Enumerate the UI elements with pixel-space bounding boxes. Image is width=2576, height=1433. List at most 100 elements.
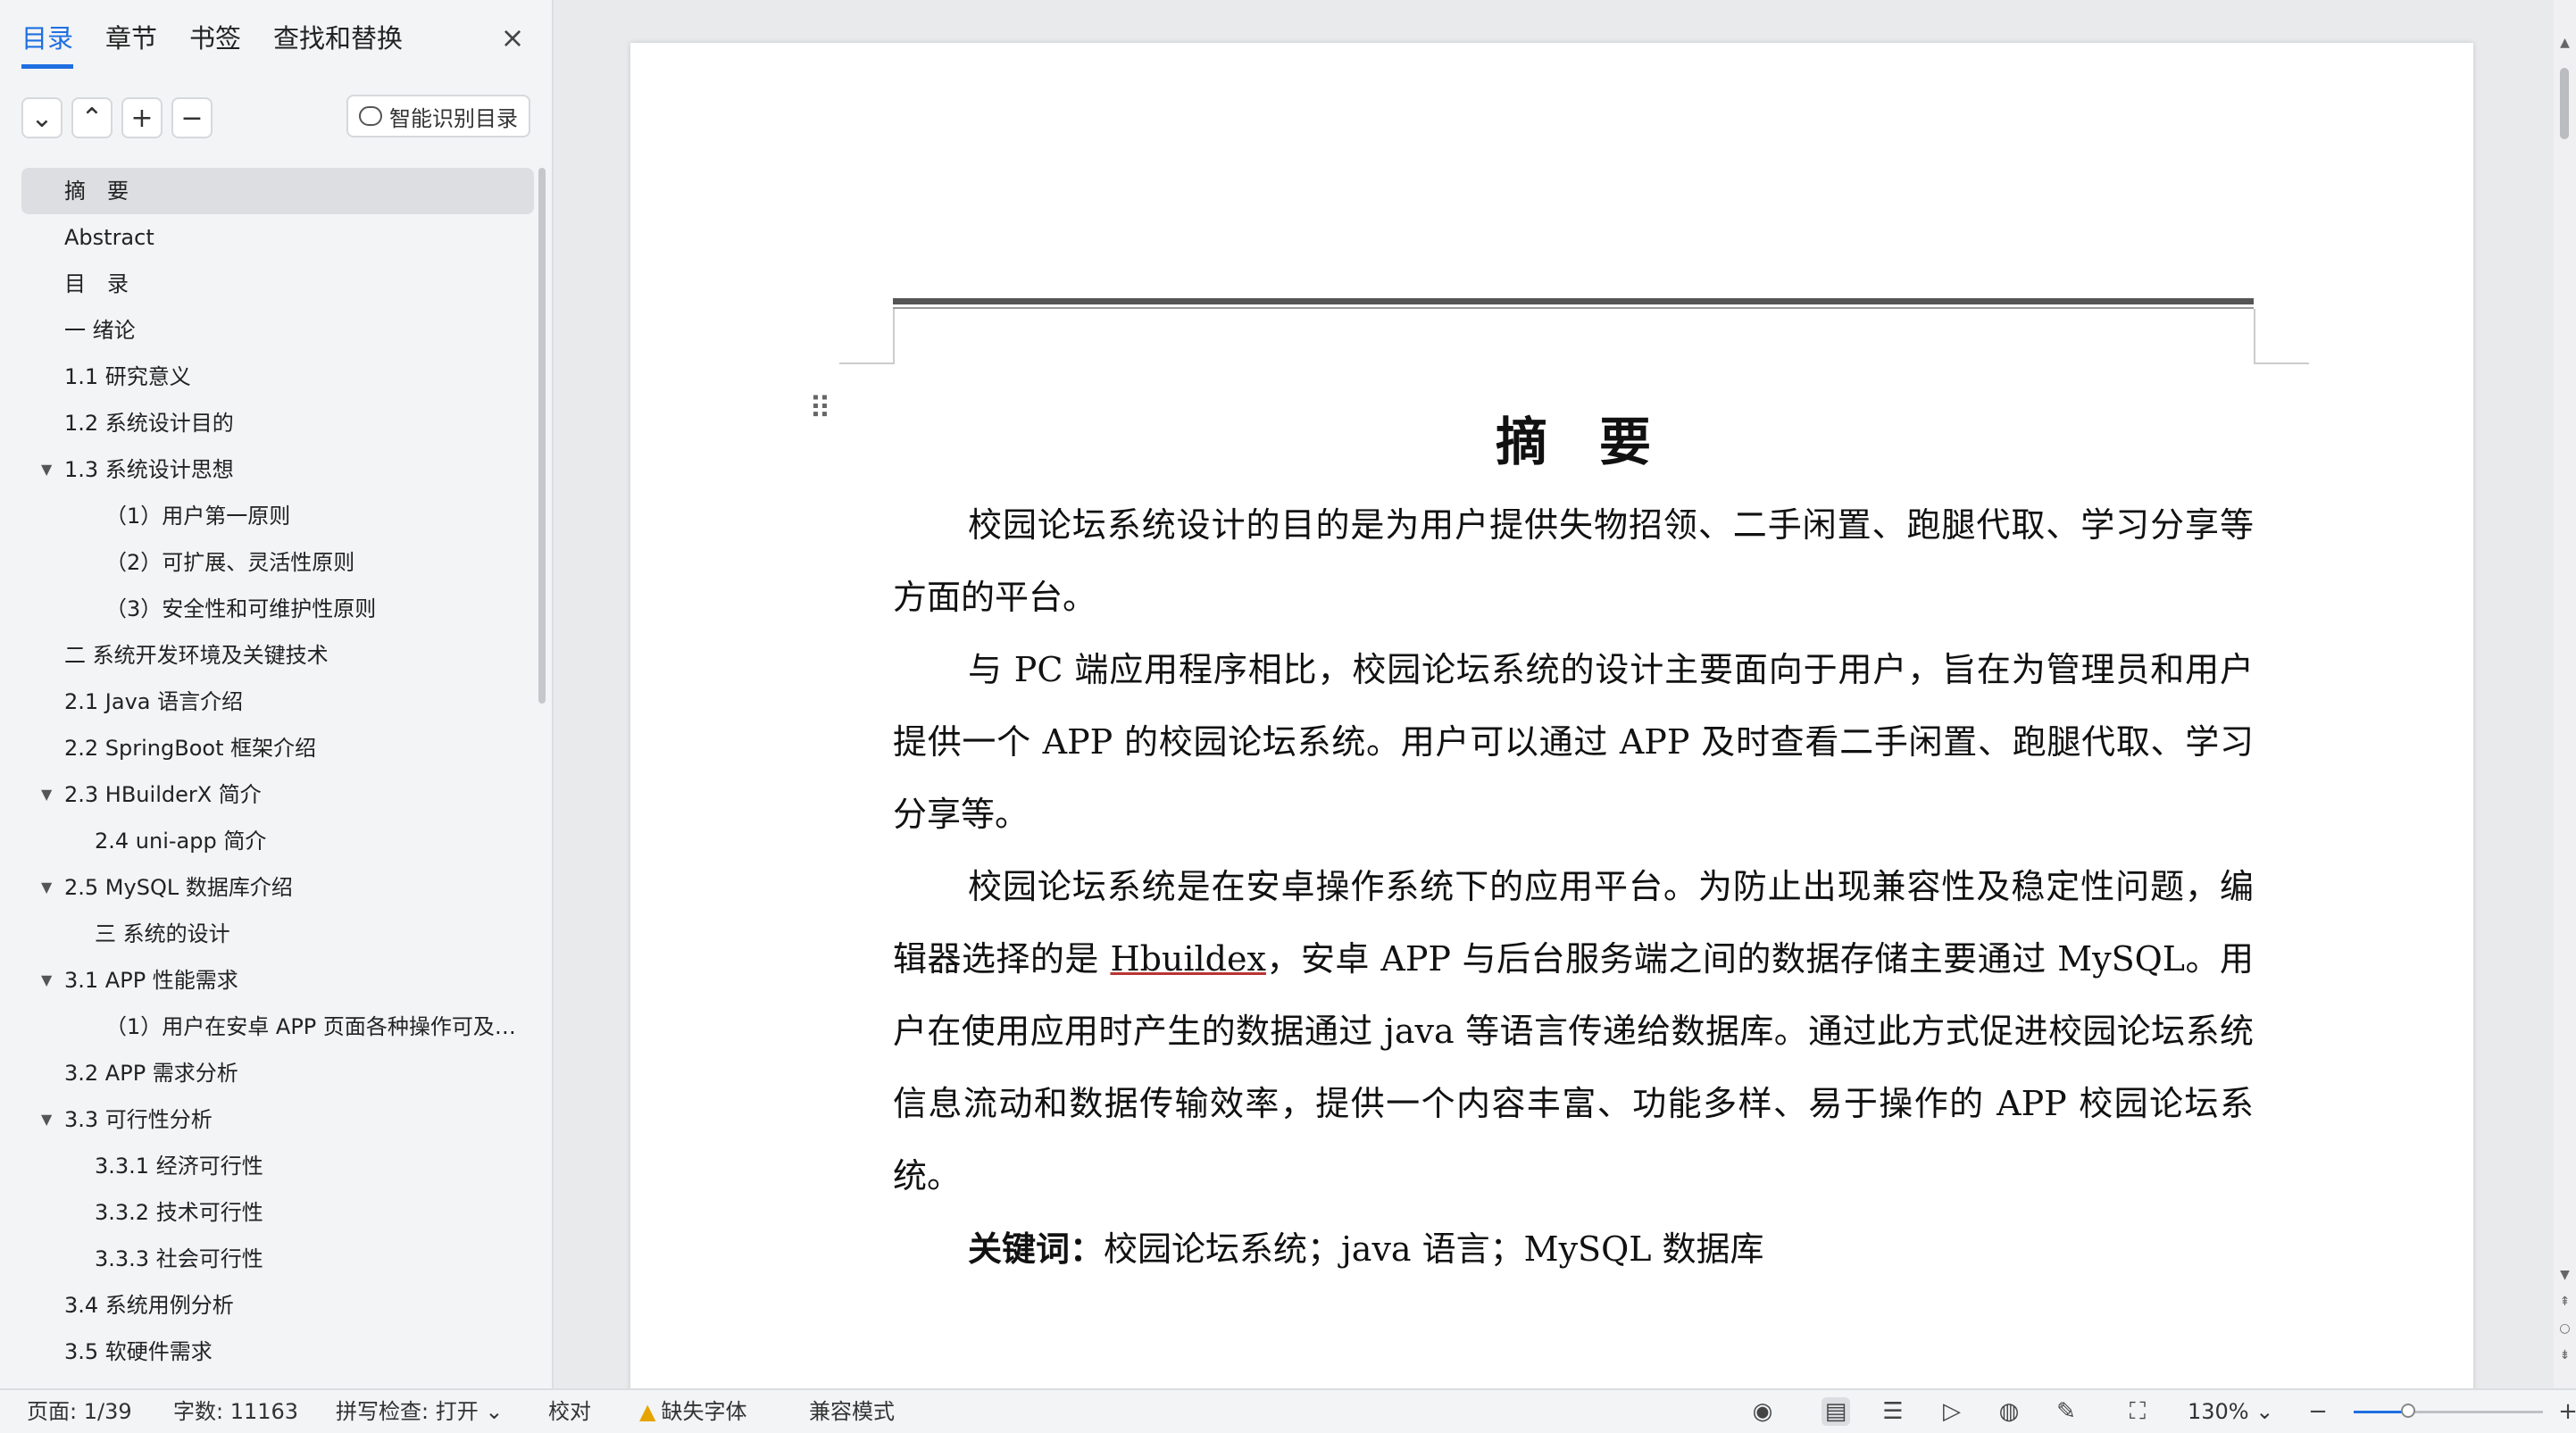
toc-item-label: （1）用户第一原则 — [105, 504, 291, 529]
smart-toc-button[interactable]: 智能识别目录 — [346, 95, 530, 137]
toc-item[interactable]: ▼ 3.1 APP 性能需求 — [21, 957, 534, 1004]
toc-item[interactable]: 2.1 Java 语言介绍 — [21, 679, 534, 725]
next-page-icon[interactable]: ⇟ — [2554, 1348, 2576, 1362]
toc-item[interactable]: 二 系统开发环境及关键技术 — [21, 632, 534, 679]
document-page: ⠿ 摘 要 校园论坛系统设计的目的是为用户提供失物招领、二手闲置、跑腿代取、学习… — [630, 43, 2473, 1388]
drag-handle-icon[interactable]: ⠿ — [809, 391, 831, 427]
zoom-level[interactable]: 130% ⌄ — [2188, 1390, 2273, 1433]
toc-item-label: 三 系统的设计 — [95, 921, 230, 946]
word-count[interactable]: 字数: 11163 — [173, 1390, 298, 1433]
toc-item[interactable]: 3.2 APP 需求分析 — [21, 1050, 534, 1096]
doc-body[interactable]: 校园论坛系统设计的目的是为用户提供失物招领、二手闲置、跑腿代取、学习分享等方面的… — [893, 489, 2254, 1286]
paragraph[interactable]: 校园论坛系统设计的目的是为用户提供失物招领、二手闲置、跑腿代取、学习分享等方面的… — [893, 489, 2254, 634]
zoom-slider[interactable] — [2354, 1404, 2543, 1418]
proofread-button[interactable]: 校对 — [548, 1390, 591, 1433]
toc-item[interactable]: （1）用户在安卓 APP 页面各种操作可及… — [21, 1004, 534, 1050]
toc-item[interactable]: Abstract — [21, 214, 534, 261]
toc-item[interactable]: （1）用户第一原则 — [21, 493, 534, 539]
zoom-slider-thumb[interactable] — [2401, 1404, 2416, 1418]
remove-heading-button[interactable]: − — [171, 97, 213, 138]
tab-find-replace[interactable]: 查找和替换 — [273, 18, 403, 64]
pen-icon[interactable]: ✎ — [2052, 1397, 2080, 1426]
spellcheck-toggle[interactable]: 拼写检查: 打开 ⌄ — [336, 1390, 503, 1433]
zoom-in-icon[interactable]: + — [2554, 1397, 2576, 1426]
toc-item[interactable]: （2）可扩展、灵活性原则 — [21, 539, 534, 586]
toc-item-label: （1）用户在安卓 APP 页面各种操作可及… — [105, 1014, 516, 1039]
header-rule — [893, 298, 2254, 304]
toc-item[interactable]: 2.2 SpringBoot 框架介绍 — [21, 725, 534, 771]
expand-caret-icon[interactable]: ▼ — [41, 957, 52, 1004]
smart-recognize-icon — [359, 106, 382, 126]
fit-screen-icon[interactable]: ⛶ — [2123, 1397, 2152, 1426]
toc-item-label: 3.3.2 技术可行性 — [95, 1200, 263, 1225]
margin-corner-left — [839, 309, 895, 364]
outline-view-icon[interactable]: ☰ — [1879, 1397, 1907, 1426]
paragraph[interactable]: 与 PC 端应用程序相比，校园论坛系统的设计主要面向于用户，旨在为管理员和用户提… — [893, 634, 2254, 851]
toc-item[interactable]: 3.4 系统用例分析 — [21, 1282, 534, 1329]
keywords-label: 关键词： — [968, 1229, 1105, 1269]
expand-caret-icon[interactable]: ▼ — [41, 446, 52, 493]
toc-item-label: 1.2 系统设计目的 — [64, 411, 234, 436]
play-icon[interactable]: ▷ — [1938, 1397, 1966, 1426]
toc-item[interactable]: 2.4 uni-app 简介 — [21, 818, 534, 864]
tab-toc[interactable]: 目录 — [21, 18, 74, 69]
toc-item-label: Abstract — [64, 225, 154, 250]
toc-item[interactable]: 3.3.3 社会可行性 — [21, 1236, 534, 1282]
collapse-down-button[interactable]: ⌄ — [21, 97, 63, 138]
toc-item-label: 目 录 — [64, 271, 129, 296]
toc-item-label: 3.4 系统用例分析 — [64, 1293, 234, 1318]
toc-item[interactable]: ▼ 3.3 可行性分析 — [21, 1096, 534, 1143]
toc-item-label: 3.5 软硬件需求 — [64, 1339, 213, 1364]
sidebar-scrollbar[interactable] — [538, 168, 546, 704]
scroll-down-arrow-icon[interactable]: ▼ — [2554, 1268, 2576, 1282]
toc-item[interactable]: 1.2 系统设计目的 — [21, 400, 534, 446]
prev-page-icon[interactable]: ⇞ — [2554, 1295, 2576, 1309]
toc-item-label: 二 系统开发环境及关键技术 — [64, 643, 329, 668]
page-view-icon[interactable]: ▤ — [1822, 1397, 1850, 1426]
eye-icon[interactable]: ◉ — [1748, 1397, 1777, 1426]
toc-item[interactable]: （3）安全性和可维护性原则 — [21, 586, 534, 632]
smart-toc-label: 智能识别目录 — [389, 105, 518, 131]
doc-heading[interactable]: 摘 要 — [893, 400, 2254, 475]
add-heading-button[interactable]: + — [121, 97, 163, 138]
tab-chapters[interactable]: 章节 — [105, 18, 157, 64]
toc-item[interactable]: ▼ 2.5 MySQL 数据库介绍 — [21, 864, 534, 911]
toc-toolbar: ⌄ ⌃ + − — [21, 96, 221, 139]
expand-caret-icon[interactable]: ▼ — [41, 864, 52, 911]
toc-item[interactable]: ▼ 1.3 系统设计思想 — [21, 446, 534, 493]
toc-item-label: 2.1 Java 语言介绍 — [64, 689, 244, 714]
web-view-icon[interactable]: ◍ — [1995, 1397, 2023, 1426]
close-icon[interactable]: × — [496, 21, 529, 54]
select-browse-icon[interactable]: ○ — [2554, 1321, 2576, 1336]
toc-item[interactable]: 3.3.1 经济可行性 — [21, 1143, 534, 1189]
keywords-paragraph[interactable]: 关键词：校园论坛系统；java 语言；MySQL 数据库 — [893, 1212, 2254, 1286]
toc-item[interactable]: 3.5 软硬件需求 — [21, 1329, 534, 1375]
toc-item-label: 2.5 MySQL 数据库介绍 — [64, 875, 293, 900]
missing-font-button[interactable]: ▲ 缺失字体 — [639, 1390, 746, 1433]
zoom-value: 130% — [2188, 1399, 2249, 1424]
collapse-up-button[interactable]: ⌃ — [71, 97, 113, 138]
toc-item[interactable]: 摘 要 — [21, 168, 534, 214]
paragraph[interactable]: 校园论坛系统是在安卓操作系统下的应用平台。为防止出现兼容性及稳定性问题，编辑器选… — [893, 851, 2254, 1212]
vertical-scrollbar[interactable]: ▲ ▼ ⇞ ○ ⇟ — [2554, 0, 2576, 1388]
warning-icon: ▲ — [639, 1399, 656, 1424]
expand-caret-icon[interactable]: ▼ — [41, 771, 52, 818]
tab-bookmarks[interactable]: 书签 — [189, 18, 241, 64]
toc-item[interactable]: ▼ 2.3 HBuilderX 简介 — [21, 771, 534, 818]
scroll-thumb[interactable] — [2560, 68, 2569, 139]
toc-item[interactable]: 目 录 — [21, 261, 534, 307]
scroll-up-arrow-icon[interactable]: ▲ — [2554, 36, 2576, 50]
toc-item[interactable]: 三 系统的设计 — [21, 911, 534, 957]
margin-corner-right — [2254, 309, 2309, 364]
toc-item-label: 3.3 可行性分析 — [64, 1107, 213, 1132]
toc-item[interactable]: 一 绪论 — [21, 307, 534, 354]
zoom-out-icon[interactable]: − — [2304, 1397, 2332, 1426]
expand-caret-icon[interactable]: ▼ — [41, 1096, 52, 1143]
toc-item[interactable]: 3.3.2 技术可行性 — [21, 1189, 534, 1236]
toc-item[interactable]: 1.1 研究意义 — [21, 354, 534, 400]
page-indicator[interactable]: 页面: 1/39 — [27, 1390, 132, 1433]
navigation-pane: 目录 章节 书签 查找和替换 × ⌄ ⌃ + − 智能识别目录 摘 要 Abstr… — [0, 0, 554, 1388]
spellcheck-underlined-word[interactable]: Hbuildex — [1110, 939, 1266, 979]
toc-item-label: 3.3.1 经济可行性 — [95, 1154, 263, 1179]
compat-mode-label[interactable]: 兼容模式 — [809, 1390, 895, 1433]
